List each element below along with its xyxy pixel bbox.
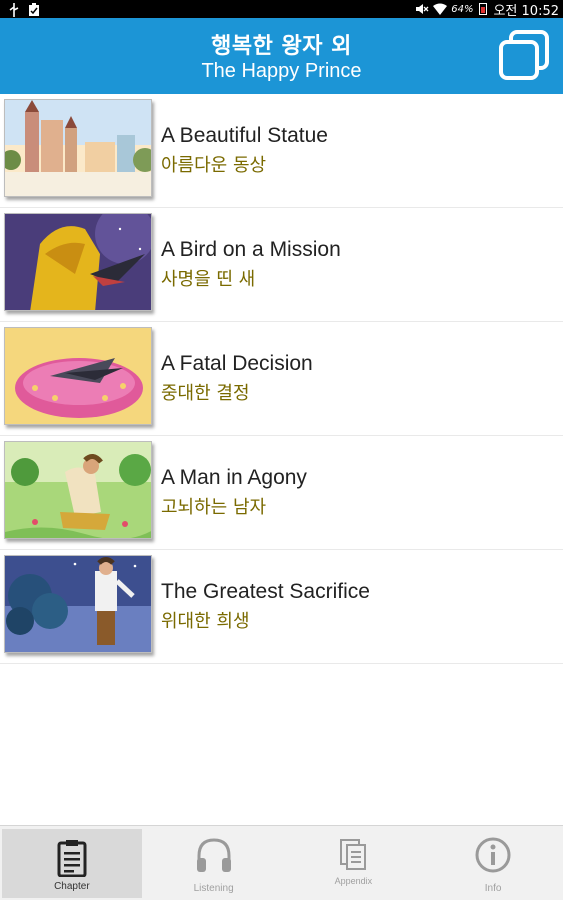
chapter-thumbnail [4, 99, 152, 197]
wifi-icon [433, 3, 448, 15]
usb-icon [8, 3, 20, 17]
book-title-korean: 행복한 왕자 외 [211, 34, 352, 59]
chapter-list: A Beautiful Statue 아름다운 동상 A Bird on a M… [0, 94, 563, 664]
chapter-subtitle: 위대한 희생 [161, 611, 250, 632]
chapter-row[interactable]: A Man in Agony 고뇌하는 남자 [0, 436, 563, 550]
clipboard-notification-icon [28, 3, 40, 16]
chapter-subtitle: 사명을 띤 새 [161, 269, 256, 290]
chapter-title: A Bird on a Mission [161, 238, 341, 261]
multi-window-icon [499, 30, 549, 80]
battery-percent: 64% [451, 3, 474, 15]
chapter-thumbnail [4, 441, 152, 539]
chapter-subtitle: 중대한 결정 [161, 383, 250, 404]
chapter-subtitle: 아름다운 동상 [161, 155, 267, 176]
app-header: 행복한 왕자 외 The Happy Prince [0, 18, 563, 94]
chapter-subtitle: 고뇌하는 남자 [161, 497, 267, 518]
chapter-row[interactable]: The Greatest Sacrifice 위대한 희생 [0, 550, 563, 664]
battery-icon [479, 3, 488, 15]
clock: 오전 10:52 [493, 3, 559, 19]
book-title-english: The Happy Prince [201, 60, 362, 82]
chapter-title: A Fatal Decision [161, 352, 313, 375]
tab-label: Appendix [334, 876, 373, 886]
chapter-row[interactable]: A Beautiful Statue 아름다운 동상 [0, 94, 563, 208]
tab-label: Info [484, 883, 502, 894]
chapter-row[interactable]: A Bird on a Mission 사명을 띤 새 [0, 208, 563, 322]
headphones-icon [194, 836, 234, 878]
tab-label: Listening [193, 883, 234, 894]
documents-icon [338, 836, 368, 876]
chapter-thumbnail [4, 327, 152, 425]
tab-chapter[interactable]: Chapter [2, 829, 142, 898]
chapter-row[interactable]: A Fatal Decision 중대한 결정 [0, 322, 563, 436]
bottom-navigation: Chapter Listening Appendix Info [0, 825, 563, 900]
tab-label: Chapter [54, 881, 90, 892]
status-bar: 64% 오전 10:52 [0, 0, 563, 19]
clipboard-icon [57, 839, 87, 881]
info-icon [474, 836, 512, 878]
chapter-title: The Greatest Sacrifice [161, 580, 370, 603]
chapter-thumbnail [4, 213, 152, 311]
chapter-title: A Beautiful Statue [161, 124, 328, 147]
tab-listening[interactable]: Listening [144, 826, 284, 900]
chapter-title: A Man in Agony [161, 466, 307, 489]
tab-appendix[interactable]: Appendix [284, 826, 424, 900]
multi-window-button[interactable] [497, 28, 551, 82]
mute-icon [415, 3, 429, 15]
tab-info[interactable]: Info [423, 826, 563, 900]
chapter-thumbnail [4, 555, 152, 653]
